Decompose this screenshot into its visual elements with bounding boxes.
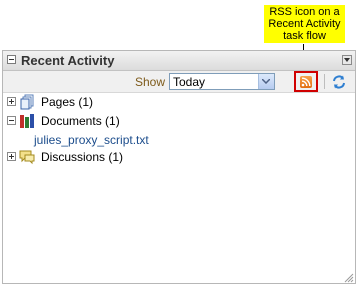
panel-collapse-button[interactable] [7, 55, 16, 64]
tree-item-label: Pages (1) [41, 95, 94, 109]
show-select[interactable]: Today [169, 73, 275, 90]
recent-activity-panel: Recent Activity Show Today Pages (1) Doc… [2, 50, 356, 284]
documents-icon [19, 113, 35, 129]
callout-text: RSS icon on a Recent Activity task flow [268, 6, 341, 42]
chevron-down-icon [262, 79, 270, 84]
rss-icon[interactable] [300, 76, 312, 88]
show-select-value: Today [173, 75, 206, 89]
expand-toggle[interactable] [7, 152, 16, 161]
rss-feed-icon [301, 77, 311, 87]
tree-item-label: Documents (1) [41, 114, 120, 128]
show-label: Show [135, 75, 166, 89]
discussions-icon [19, 149, 35, 165]
panel-menu-button[interactable] [342, 55, 352, 65]
collapse-toggle[interactable] [7, 116, 16, 125]
tree-row-documents[interactable]: Documents (1) [3, 112, 355, 130]
chevron-down-icon [344, 58, 350, 62]
tree-row-discussions[interactable]: Discussions (1) [3, 148, 355, 166]
panel-title: Recent Activity [21, 53, 115, 68]
tree-row-document-file[interactable]: julies_proxy_script.txt [3, 131, 355, 149]
document-link[interactable]: julies_proxy_script.txt [34, 133, 149, 147]
tree-item-label: Discussions (1) [41, 150, 124, 164]
expand-toggle[interactable] [7, 97, 16, 106]
refresh-arrows-icon [333, 75, 345, 89]
rss-highlight-box [294, 71, 318, 92]
tree-row-pages[interactable]: Pages (1) [3, 93, 355, 111]
resize-grip-icon[interactable] [344, 272, 354, 283]
pages-icon [19, 94, 35, 110]
panel-header: Recent Activity [3, 51, 355, 71]
select-arrow-button[interactable] [258, 74, 274, 89]
toolbar-separator [324, 74, 325, 89]
refresh-icon[interactable] [331, 74, 347, 90]
rss-callout: RSS icon on a Recent Activity task flow [264, 5, 345, 43]
